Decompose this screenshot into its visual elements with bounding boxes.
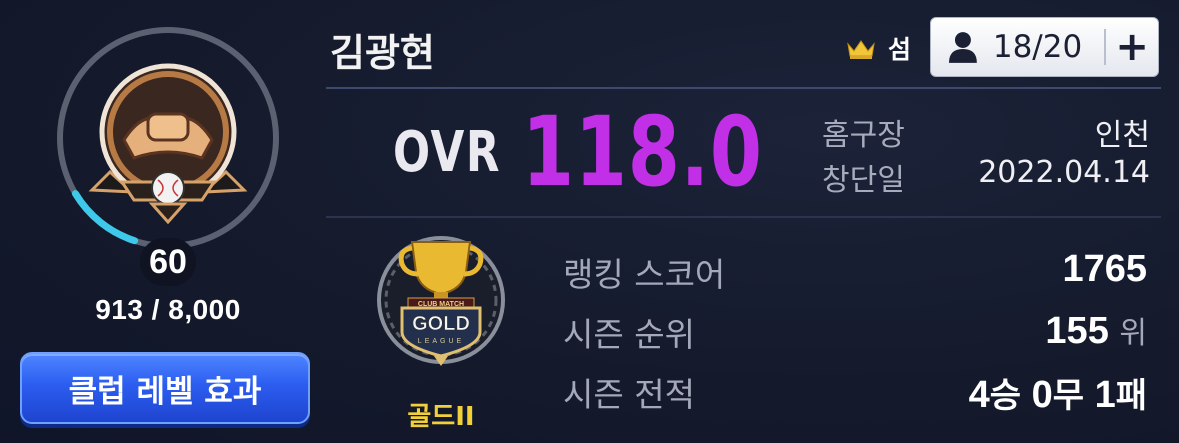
club-level-badge: 60: [140, 238, 196, 286]
season-rank-label: 시즌 순위: [563, 315, 695, 354]
club-info-panel: 60 913 / 8,000 클럽 레벨 효과 김광현 섬 18/20 + OV…: [0, 0, 1179, 443]
season-record-value: 4승 0무 1패: [969, 368, 1147, 417]
club-level-ring: [57, 27, 279, 249]
header-divider: [326, 87, 1161, 89]
record-losses: 1: [1094, 374, 1116, 416]
member-count: 18/20: [992, 29, 1083, 65]
record-wins: 4: [968, 374, 990, 416]
crown-icon: [847, 40, 875, 59]
club-xp-text: 913 / 8,000: [95, 294, 241, 325]
record-draws-unit: 무: [1052, 376, 1085, 416]
club-name: 김광현: [330, 31, 435, 75]
emblem-main-text: GOLD: [412, 313, 470, 335]
member-role-label: 섬: [888, 35, 912, 64]
ovr-label: OVR: [393, 120, 502, 185]
record-wins-unit: 승: [989, 376, 1022, 416]
ranking-score-value: 1765: [1062, 248, 1147, 290]
ranking-score-label: 랭킹 스코어: [563, 255, 726, 294]
club-emblem-icon: [88, 63, 248, 225]
founded-date-label: 창단일: [822, 163, 905, 198]
member-count-box: 18/20 +: [930, 17, 1159, 77]
club-level-effect-button[interactable]: 클럽 레벨 효과: [20, 352, 310, 424]
level-progress-arc: [71, 190, 139, 245]
ovr-value: 118.0: [522, 96, 763, 208]
season-record-label: 시즌 전적: [563, 375, 695, 414]
add-member-button[interactable]: +: [1106, 18, 1158, 76]
founded-date-value: 2022.04.14: [978, 155, 1150, 190]
person-icon: [948, 32, 977, 63]
record-draws: 0: [1031, 374, 1053, 416]
season-rank-value-group: 155 위: [1045, 308, 1147, 353]
gold-league-emblem-icon: CLUB MATCH GOLD LEAGUE: [377, 236, 505, 366]
emblem-sub-text: LEAGUE: [418, 338, 464, 345]
league-tier-name: 골드II: [407, 402, 475, 432]
season-rank-unit: 위: [1119, 316, 1147, 351]
section-divider: [326, 216, 1161, 218]
season-rank-value: 155: [1045, 310, 1109, 352]
home-stadium-label: 홈구장: [822, 118, 905, 153]
home-stadium-value: 인천: [1094, 118, 1150, 153]
record-losses-unit: 패: [1115, 376, 1147, 416]
